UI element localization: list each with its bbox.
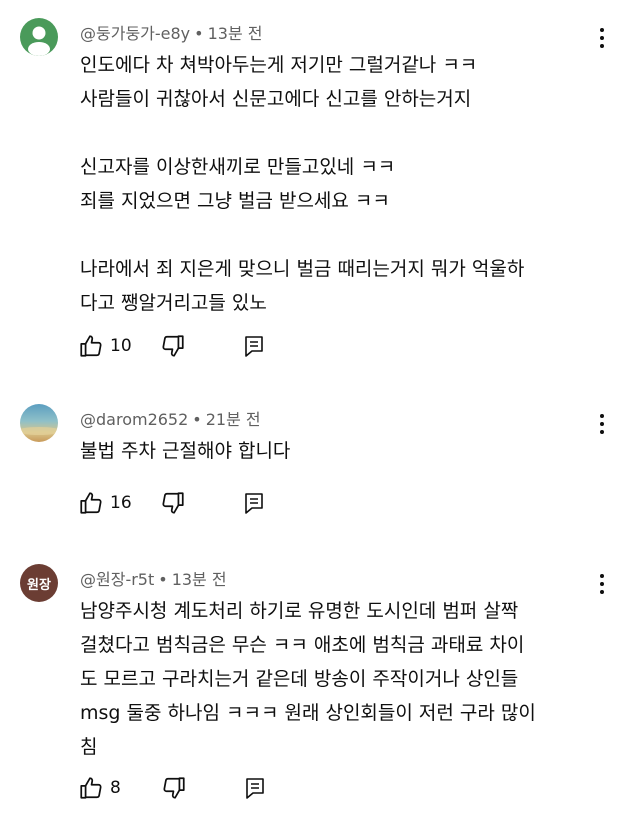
comment-time[interactable]: 21분 전 [206, 410, 261, 429]
comment-text: 남양주시청 계도처리 하기로 유명한 도시인데 범퍼 살짝 걸쳤다고 범칙금은 … [80, 600, 536, 758]
dislike-button[interactable] [160, 332, 186, 360]
separator: • [192, 410, 202, 429]
dislike-button[interactable] [160, 489, 186, 517]
thumb-up-icon [80, 777, 102, 799]
comment-time[interactable]: 13분 전 [208, 24, 263, 43]
avatar[interactable] [20, 404, 58, 442]
author-name[interactable]: @둥가둥가-e8y [80, 24, 190, 43]
reply-button[interactable] [242, 489, 266, 517]
like-button[interactable]: 10 [78, 332, 132, 360]
like-count: 10 [110, 336, 132, 356]
thumb-up-icon [80, 335, 102, 357]
more-vert-icon[interactable] [592, 26, 612, 50]
separator: • [158, 570, 168, 589]
comment-meta: @둥가둥가-e8y • 13분 전 [80, 20, 262, 44]
author-name[interactable]: @원장-r5t [80, 570, 154, 589]
more-vert-icon[interactable] [592, 572, 612, 596]
dislike-button[interactable] [161, 774, 187, 802]
comment-meta: @원장-r5t • 13분 전 [80, 566, 227, 590]
reply-icon [246, 778, 264, 799]
author-name[interactable]: @darom2652 [80, 410, 188, 429]
like-button[interactable]: 8 [78, 774, 121, 802]
reply-icon [244, 493, 263, 514]
comment-text: 인도에다 차 쳐박아두는게 저기만 그럴거같나 ㅋㅋ 사람들이 귀찮아서 신문고… [80, 54, 525, 314]
avatar[interactable] [20, 18, 58, 56]
reply-button[interactable] [242, 332, 266, 360]
avatar[interactable]: 원장 [20, 564, 58, 602]
thumb-down-icon [163, 777, 185, 799]
reply-icon [244, 336, 263, 357]
thumb-down-icon [162, 335, 184, 357]
comment-actions: 8 [78, 774, 267, 802]
like-count: 8 [110, 778, 121, 798]
comment-text: 불법 주차 근절해야 합니다 [80, 440, 291, 462]
comment-actions: 16 [78, 489, 266, 517]
like-count: 16 [110, 493, 132, 513]
thumb-up-icon [80, 492, 102, 514]
avatar-initials: 원장 [27, 577, 51, 593]
separator: • [194, 24, 204, 43]
more-vert-icon[interactable] [592, 412, 612, 436]
comment-meta: @darom2652 • 21분 전 [80, 406, 261, 430]
reply-button[interactable] [243, 774, 267, 802]
comment-actions: 10 [78, 332, 266, 360]
default-person-icon [28, 26, 50, 56]
like-button[interactable]: 16 [78, 489, 132, 517]
thumb-down-icon [162, 492, 184, 514]
landscape-photo-avatar [20, 427, 58, 435]
comment-time[interactable]: 13분 전 [172, 570, 227, 589]
